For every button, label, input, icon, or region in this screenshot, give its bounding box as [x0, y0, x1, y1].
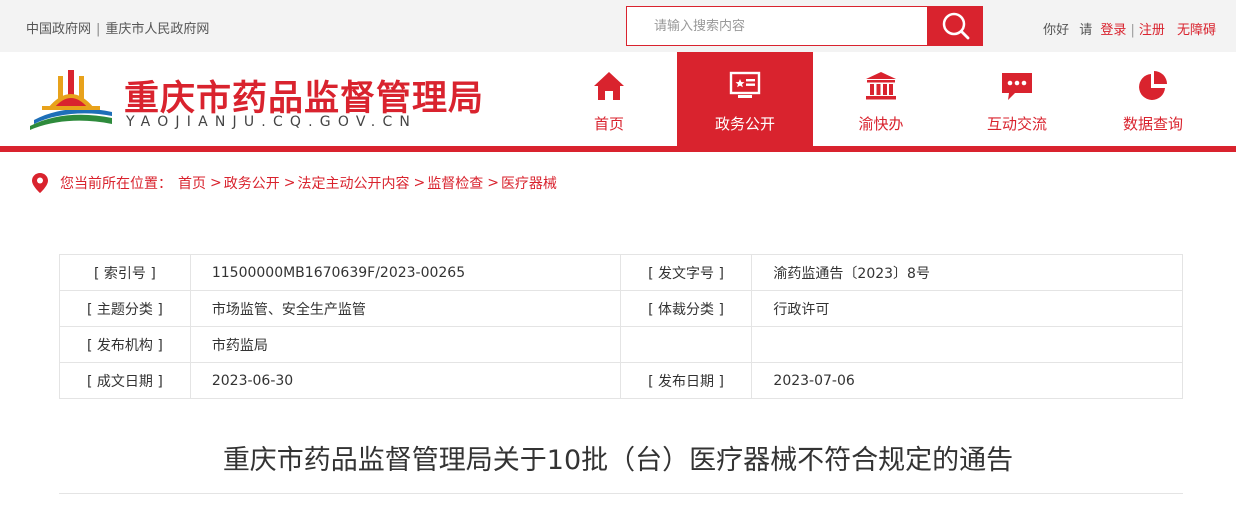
breadcrumb: 您当前所在位置： 首页 > 政务公开 > 法定主动公开内容 > 监督检查 > 医…	[32, 173, 557, 193]
external-links: 中国政府网 | 重庆市人民政府网	[26, 18, 209, 37]
login-link[interactable]: 登录	[1100, 23, 1126, 38]
genre-category-label: [ 体裁分类 ]	[619, 290, 753, 327]
government-emblem-icon	[30, 70, 112, 130]
breadcrumb-arrow: >	[413, 175, 426, 191]
table-row: [ 主题分类 ] 市场监管、安全生产监管 [ 体裁分类 ] 行政许可	[59, 290, 1183, 327]
nav-label: 数据查询	[1122, 115, 1183, 133]
separator: |	[1130, 23, 1135, 38]
nav-interaction[interactable]: 互动交流	[949, 52, 1085, 146]
nav-label: 首页	[593, 115, 624, 133]
written-date-value: 2023-06-30	[189, 362, 621, 399]
breadcrumb-arrow: >	[210, 175, 222, 191]
register-link[interactable]: 注册	[1139, 23, 1165, 38]
breadcrumb-supervision-inspection[interactable]: 监督检查	[427, 173, 483, 193]
nav-label: 互动交流	[986, 115, 1047, 133]
publisher-label: [ 发布机构 ]	[59, 326, 191, 363]
chat-bubble-icon	[999, 68, 1035, 104]
nav-home[interactable]: 首页	[541, 52, 677, 146]
index-number-value: 11500000MB1670639F/2023-00265	[189, 254, 621, 291]
search-input[interactable]	[627, 7, 927, 45]
monitor-star-icon	[727, 68, 763, 104]
breadcrumb-arrow: >	[283, 175, 296, 191]
top-bar: 中国政府网 | 重庆市人民政府网 你好 请 登录 | 注册 无障碍	[0, 0, 1236, 52]
breadcrumb-prefix: 您当前所在位置：	[60, 176, 172, 192]
genre-category-value: 行政许可	[751, 290, 1183, 327]
location-pin-icon	[32, 173, 48, 193]
document-info-table: [ 索引号 ] 11500000MB1670639F/2023-00265 [ …	[59, 254, 1183, 399]
header-divider	[0, 146, 1236, 152]
nav-label: 政务公开	[714, 115, 775, 133]
topic-category-label: [ 主题分类 ]	[59, 290, 191, 327]
table-row: [ 发布机构 ] 市药监局	[59, 326, 1183, 363]
breadcrumb-government-affairs[interactable]: 政务公开	[224, 173, 280, 193]
search-box	[626, 6, 928, 46]
index-number-label: [ 索引号 ]	[59, 254, 191, 291]
empty-cell	[751, 326, 1183, 363]
separator: |	[96, 22, 101, 37]
nav-label: 渝快办	[858, 115, 904, 133]
nav-data-query[interactable]: 数据查询	[1085, 52, 1221, 146]
accessibility-link[interactable]: 无障碍	[1177, 23, 1216, 38]
user-bar: 你好 请 登录 | 注册 无障碍	[1043, 19, 1216, 38]
title-divider	[59, 493, 1183, 494]
publish-date-label: [ 发布日期 ]	[619, 362, 753, 399]
breadcrumb-statutory-disclosure[interactable]: 法定主动公开内容	[297, 173, 409, 193]
article-title: 重庆市药品监督管理局关于10批（台）医疗器械不符合规定的通告	[222, 445, 1014, 476]
home-icon	[591, 68, 627, 104]
greeting-text: 你好	[1043, 23, 1070, 38]
search-icon	[942, 12, 969, 40]
link-central-gov[interactable]: 中国政府网	[26, 22, 91, 37]
search-button[interactable]	[928, 6, 983, 46]
breadcrumb-medical-devices[interactable]: 医疗器械	[501, 173, 557, 193]
document-number-label: [ 发文字号 ]	[619, 254, 753, 291]
site-domain: YAOJIANJU.CQ.GOV.CN	[126, 114, 418, 130]
publish-date-value: 2023-07-06	[751, 362, 1183, 399]
breadcrumb-home[interactable]: 首页	[178, 173, 206, 193]
document-number-value: 渝药监通告〔2023〕8号	[751, 254, 1183, 291]
please-text: 请	[1079, 23, 1093, 38]
topic-category-value: 市场监管、安全生产监管	[189, 290, 621, 327]
empty-cell	[619, 326, 753, 363]
building-icon	[863, 68, 899, 104]
breadcrumb-arrow: >	[487, 175, 499, 191]
publisher-value: 市药监局	[189, 326, 621, 363]
link-chongqing-gov[interactable]: 重庆市人民政府网	[105, 22, 209, 37]
written-date-label: [ 成文日期 ]	[59, 362, 191, 399]
nav-government-affairs[interactable]: 政务公开	[677, 52, 813, 146]
nav-yukuaiban[interactable]: 渝快办	[813, 52, 949, 146]
table-row: [ 索引号 ] 11500000MB1670639F/2023-00265 [ …	[59, 254, 1183, 291]
table-row: [ 成文日期 ] 2023-06-30 [ 发布日期 ] 2023-07-06	[59, 362, 1183, 399]
site-header: 重庆市药品监督管理局 YAOJIANJU.CQ.GOV.CN 首页 政务公开 渝…	[0, 52, 1236, 146]
pie-chart-icon	[1135, 68, 1171, 104]
main-nav: 首页 政务公开 渝快办 互动交流 数据查询	[541, 52, 1221, 146]
